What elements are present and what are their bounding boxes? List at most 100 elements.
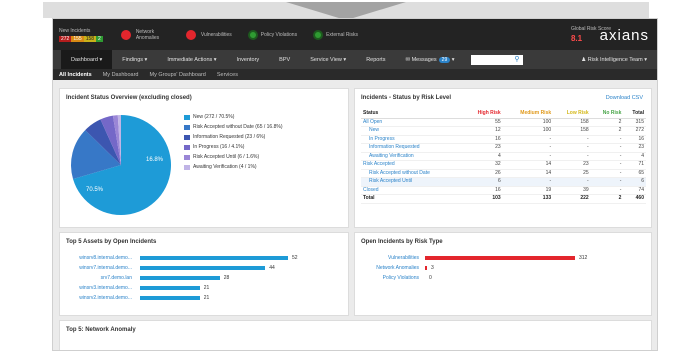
- bar-row[interactable]: winsrv2.internal.demo... 21: [60, 295, 348, 303]
- legend-swatch: [184, 134, 190, 140]
- bar[interactable]: [425, 256, 575, 260]
- table-header[interactable]: Medium Risk: [502, 109, 554, 119]
- nav-reports[interactable]: Reports: [356, 50, 395, 69]
- vulnerabilities-label: Vulnerabilities: [200, 31, 232, 38]
- table-row[interactable]: All Open 55 100 158 2 315: [361, 118, 646, 127]
- policy-violations-widget[interactable]: Policy Violations: [249, 31, 298, 38]
- count-none: 2: [96, 35, 103, 42]
- subnav-my-dashboard[interactable]: My Dashboard: [103, 72, 139, 78]
- bar-row[interactable]: winsrv7.internal.demo... 44: [60, 265, 348, 273]
- download-csv-link[interactable]: Download CSV: [606, 95, 643, 101]
- axians-logo: axians: [599, 27, 649, 44]
- red-status-icon: [185, 29, 196, 40]
- table-cell: 23: [553, 160, 591, 170]
- search-icon[interactable]: ⚲: [514, 56, 519, 64]
- bar-row[interactable]: Policy Violations 0: [355, 275, 651, 283]
- legend-item[interactable]: Risk Accepted Until (6 / 1.6%): [184, 152, 283, 162]
- legend-item[interactable]: New (272 / 70.5%): [184, 112, 283, 122]
- table-cell: Closed: [361, 186, 464, 195]
- table-cell: 71: [623, 160, 646, 170]
- card-title: Top 5 Assets by Open Incidents: [66, 239, 157, 245]
- nav-bpv[interactable]: BPV: [269, 50, 300, 69]
- table-header[interactable]: High Risk: [463, 109, 503, 119]
- bar-label[interactable]: winsrv2.internal.demo...: [64, 295, 132, 301]
- table-header[interactable]: Low Risk: [553, 109, 591, 119]
- subnav-groups-dashboard[interactable]: My Groups' Dashboard: [149, 72, 205, 78]
- table-row[interactable]: Information Requested 23- - -23: [361, 143, 646, 153]
- nav-inventory[interactable]: Inventory: [227, 50, 270, 69]
- bar[interactable]: [425, 266, 427, 270]
- bar-value: 52: [292, 255, 298, 261]
- bar[interactable]: [140, 286, 200, 290]
- table-cell: -: [553, 152, 591, 161]
- table-row[interactable]: Closed 16 19 39-74: [361, 186, 646, 195]
- legend-label: In Progress (16 / 4.1%): [193, 144, 245, 150]
- bar[interactable]: [140, 296, 200, 300]
- table-row[interactable]: Risk Accepted without Date 26 14 25-65: [361, 169, 646, 178]
- table-cell: 460: [623, 194, 646, 204]
- search-input[interactable]: ⚲: [470, 54, 523, 65]
- table-cell: 272: [623, 126, 646, 136]
- bar-value: 21: [203, 295, 210, 301]
- bar-label[interactable]: winsrv8.internal.demo...: [64, 255, 132, 261]
- table-cell: 23: [623, 143, 646, 153]
- table-row[interactable]: New 12 100 158 2 272: [361, 126, 646, 136]
- bar-row[interactable]: winsrv8.internal.demo... 52: [60, 255, 348, 263]
- network-anomalies-widget[interactable]: Network Anomalies: [120, 29, 168, 41]
- table-row[interactable]: In Progress 16- - -16: [361, 135, 646, 144]
- table-row[interactable]: Total 103 133 222 2 460: [361, 194, 646, 204]
- nav-immediate-actions[interactable]: Immediate Actions ▾: [157, 50, 226, 69]
- top-assets-card: Top 5 Assets by Open Incidents winsrv8.i…: [59, 232, 349, 316]
- external-risks-widget[interactable]: External Risks: [315, 31, 358, 38]
- legend-swatch: [184, 144, 190, 150]
- table-cell: -: [590, 152, 624, 161]
- bar-label[interactable]: srv7.demo.lan: [64, 275, 132, 281]
- table-cell: -: [590, 143, 624, 153]
- legend-item[interactable]: Risk Accepted without Date (65 / 16.8%): [184, 122, 283, 132]
- table-row[interactable]: Risk Accepted 32 14 23-71: [361, 160, 646, 170]
- bar-label[interactable]: winsrv3.internal.demo...: [64, 285, 132, 291]
- legend-item[interactable]: Information Requested (23 / 6%): [184, 132, 283, 142]
- messages-badge: 29: [438, 56, 451, 63]
- table-cell: 4: [463, 152, 503, 161]
- subnav-services[interactable]: Services: [217, 72, 238, 78]
- bar-row[interactable]: Vulnerabilities 312: [355, 255, 651, 263]
- nav-messages[interactable]: ✉ Messages 29 ▾: [395, 50, 464, 69]
- table-cell: -: [502, 177, 554, 187]
- pie-percent-label: 16.8%: [146, 157, 164, 163]
- legend-item[interactable]: In Progress (16 / 4.1%): [184, 142, 283, 152]
- table-cell: -: [502, 143, 554, 153]
- subnav-all-incidents[interactable]: All Incidents: [59, 72, 92, 78]
- bar-row[interactable]: Network Anomalies 3: [355, 265, 651, 273]
- table-header[interactable]: No Risk: [590, 109, 624, 119]
- legend-item[interactable]: Awaiting Verification (4 / 1%): [184, 162, 283, 172]
- table-header[interactable]: Status: [361, 109, 464, 119]
- nav-risk-team[interactable]: ♟ Risk Intelligence Team ▾: [571, 50, 657, 69]
- bar-label[interactable]: Vulnerabilities: [359, 255, 419, 261]
- table-cell: -: [502, 135, 554, 144]
- table-row[interactable]: Awaiting Verification 4- - -4: [361, 152, 646, 161]
- nav-findings[interactable]: Findings ▾: [112, 50, 157, 69]
- bar[interactable]: [140, 266, 266, 270]
- vulnerabilities-widget[interactable]: Vulnerabilities: [185, 29, 232, 40]
- table-cell: 222: [553, 194, 591, 204]
- count-low: 158: [83, 35, 97, 42]
- policy-violations-label: Policy Violations: [260, 31, 298, 38]
- bar[interactable]: [140, 276, 220, 280]
- bar-label[interactable]: Network Anomalies: [359, 265, 419, 271]
- nav-dashboard[interactable]: Dashboard ▾: [61, 50, 113, 69]
- bar-label[interactable]: winsrv7.internal.demo...: [64, 265, 132, 271]
- nav-service-view[interactable]: Service View ▾: [300, 50, 356, 69]
- new-incidents-widget[interactable]: New Incidents 272 155 158 2: [59, 28, 103, 42]
- bar-row[interactable]: winsrv3.internal.demo... 21: [60, 285, 348, 293]
- table-header[interactable]: Total: [623, 109, 646, 119]
- count-medium: 155: [71, 35, 84, 42]
- table-cell: Risk Accepted without Date: [361, 169, 464, 178]
- bar-label[interactable]: Policy Violations: [359, 275, 419, 281]
- bar[interactable]: [140, 256, 288, 260]
- table-row[interactable]: Risk Accepted Until 6- - -6: [361, 177, 646, 187]
- bar-row[interactable]: srv7.demo.lan 28: [60, 275, 348, 283]
- table-cell: 55: [463, 118, 503, 127]
- table-cell: All Open: [361, 118, 464, 127]
- top-status-bar: New Incidents 272 155 158 2 Network Anom…: [53, 19, 657, 50]
